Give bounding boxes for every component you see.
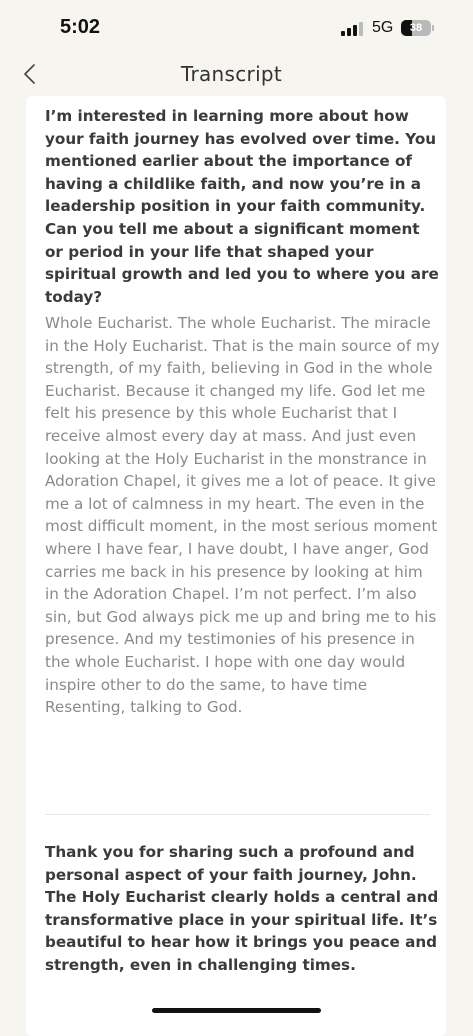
- transcript-card: I’m interested in learning more about ho…: [26, 96, 446, 1036]
- page-title: Transcript: [180, 62, 283, 86]
- battery-percentage: 38: [409, 22, 423, 34]
- interviewer-reply: Thank you for sharing such a profound an…: [45, 843, 439, 974]
- interviewee-answer: Whole Eucharist. The whole Eucharist. Th…: [45, 314, 440, 717]
- interviewer-question: I’m interested in learning more about ho…: [45, 107, 439, 306]
- battery-cap: [432, 25, 434, 31]
- battery-icon: 38: [401, 20, 431, 36]
- status-time: 5:02: [60, 16, 101, 38]
- signal-strength-icon: [341, 22, 363, 36]
- home-indicator[interactable]: [152, 1008, 321, 1013]
- status-bar: 5:02 5G 38: [0, 0, 473, 56]
- network-type: 5G: [372, 19, 394, 36]
- navigation-bar: Transcript: [0, 56, 473, 94]
- message-divider: [45, 814, 430, 815]
